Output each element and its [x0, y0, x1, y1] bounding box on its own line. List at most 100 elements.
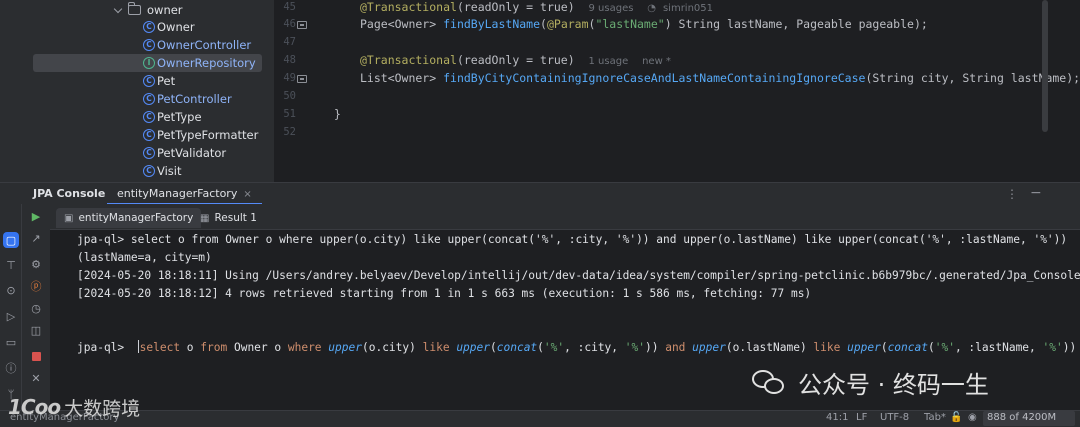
tree-item-ownercontroller[interactable]: C OwnerController — [143, 36, 251, 54]
line-number: 50 — [283, 90, 296, 102]
tab-console[interactable]: ▣ entityManagerFactory — [56, 208, 202, 228]
line-number: 48 — [283, 54, 296, 66]
class-icon: C — [143, 21, 155, 33]
parameters-icon[interactable]: ⓟ — [28, 278, 44, 294]
class-icon: C — [143, 39, 155, 51]
minimize-icon[interactable]: − — [1030, 185, 1042, 201]
line-separator[interactable]: LF — [856, 412, 867, 423]
tab-label: entityManagerFactory — [117, 187, 238, 200]
console-icon: ▣ — [64, 212, 74, 224]
layout-icon[interactable]: ◫ — [28, 322, 44, 338]
brand-text: 大数跨境 — [64, 397, 141, 420]
console-toolbar: ▶ ↗ ⚙ ⓟ ◷ ◫ ✕ — [22, 204, 50, 414]
code-line-51: } — [334, 107, 341, 121]
services-icon[interactable]: ⊙ — [3, 282, 19, 298]
wechat-icon — [752, 368, 786, 396]
stop-icon[interactable] — [28, 348, 44, 364]
implementation-gutter-icon[interactable] — [297, 75, 307, 83]
tree-item-pet[interactable]: C Pet — [143, 72, 175, 90]
tree-item-visit[interactable]: C Visit — [143, 162, 182, 180]
params-line: (lastName=a, city=m) — [77, 251, 212, 264]
watermark-text: 公众号 · 终码一生 — [798, 370, 989, 399]
console-tabs: ▣ entityManagerFactory ▦ Result 1 — [50, 204, 1080, 230]
tree-item-label: PetController — [157, 92, 232, 106]
tree-item-label: PetValidator — [157, 146, 227, 160]
code-line-48: @Transactional(readOnly = true) 1 usage … — [360, 53, 671, 67]
code-line-45: @Transactional(readOnly = true) 9 usages… — [360, 0, 714, 14]
code-editor[interactable]: 45 46 47 48 49 50 51 52 @Transactional(r… — [274, 0, 1080, 182]
code-line-46: Page<Owner> findByLastName(@Param("lastN… — [360, 17, 928, 31]
tree-item-label: Pet — [157, 74, 176, 88]
file-encoding[interactable]: UTF-8 — [880, 412, 909, 423]
executed-query-line: jpa-ql> select o from Owner o where uppe… — [77, 233, 1068, 246]
close-icon[interactable]: × — [243, 189, 251, 200]
tree-item-label: OwnerController — [157, 38, 252, 52]
memory-indicator[interactable]: 888 of 4200M — [983, 411, 1075, 426]
folder-icon — [128, 2, 141, 15]
query-input-line[interactable]: jpa-ql> select o from Owner o where uppe… — [77, 340, 1076, 354]
line-number: 45 — [283, 1, 296, 13]
usages-hint[interactable]: 9 usages — [589, 3, 634, 14]
tab-label: entityManagerFactory — [78, 212, 194, 224]
code-line-49: List<Owner> findByCityContainingIgnoreCa… — [360, 71, 1080, 85]
chevron-down-icon[interactable] — [112, 4, 124, 16]
history-icon[interactable]: ◷ — [28, 300, 44, 316]
close-icon[interactable]: ✕ — [28, 370, 44, 386]
terminal-icon[interactable]: ▭ — [3, 334, 19, 350]
new-hint[interactable]: new * — [642, 56, 671, 67]
usages-hint[interactable]: 1 usage — [589, 56, 629, 67]
log-line: [2024-05-20 18:18:11] Using /Users/andre… — [77, 269, 1080, 282]
status-bar: entityManagerFactory 41:1 LF UTF-8 Tab* … — [0, 410, 1080, 427]
tree-item-ownerrepository[interactable]: I OwnerRepository — [33, 54, 262, 72]
tree-item-label: PetTypeFormatter — [157, 128, 259, 142]
jpa-console-icon[interactable]: ▢ — [3, 232, 19, 248]
lock-icon[interactable]: 🔓 — [950, 412, 962, 423]
execute-icon[interactable]: ▶ — [28, 208, 44, 224]
log-line: [2024-05-20 18:18:12] 4 rows retrieved s… — [77, 287, 812, 300]
more-options-icon[interactable]: ⋮ — [1006, 187, 1018, 201]
tool-window-header: JPA Console entityManagerFactory × ⋮ − — [0, 182, 1080, 205]
tree-item-label: Visit — [157, 164, 182, 178]
project-tree: owner C Owner C OwnerController I OwnerR… — [0, 0, 274, 182]
class-icon: C — [143, 93, 155, 105]
problems-icon[interactable]: ⓘ — [3, 360, 19, 376]
tab-result-1[interactable]: ▦ Result 1 — [192, 208, 265, 228]
notifications-icon[interactable]: ◉ — [968, 412, 977, 423]
run-icon[interactable]: ▷ — [3, 308, 19, 324]
line-number: 52 — [283, 126, 296, 138]
class-icon: C — [143, 111, 155, 123]
open-in-editor-icon[interactable]: ↗ — [28, 230, 44, 246]
line-number: 51 — [283, 108, 296, 120]
interface-icon: I — [143, 57, 155, 69]
class-icon: C — [143, 147, 155, 159]
editor-scrollbar[interactable] — [1042, 0, 1048, 132]
author-hint[interactable]: simrin051 — [663, 3, 713, 14]
tree-item-owner[interactable]: C Owner — [143, 18, 195, 36]
author-icon: ◔ — [647, 3, 657, 14]
tree-folder-owner[interactable]: owner — [112, 1, 183, 19]
tree-item-label: PetType — [157, 110, 202, 124]
line-number: 47 — [283, 36, 296, 48]
line-number: 49 — [283, 72, 296, 84]
caret-position[interactable]: 41:1 — [826, 412, 848, 423]
tab-entitymanagerfactory[interactable]: entityManagerFactory × — [107, 183, 262, 205]
tree-item-label: Owner — [157, 20, 195, 34]
line-number: 46 — [283, 18, 296, 30]
text-caret — [137, 340, 139, 353]
class-icon: C — [143, 75, 155, 87]
tree-item-pettypeformatter[interactable]: C PetTypeFormatter — [143, 126, 258, 144]
settings-icon[interactable]: ⚙ — [28, 256, 44, 272]
tree-folder-label: owner — [147, 3, 183, 17]
class-icon: C — [143, 129, 155, 141]
indent-setting[interactable]: Tab* — [924, 412, 946, 423]
brand-watermark: 1Coo 大数跨境 — [8, 392, 140, 422]
tree-item-petvalidator[interactable]: C PetValidator — [143, 144, 226, 162]
tab-label: Result 1 — [214, 212, 257, 224]
prompt: jpa-ql> — [77, 341, 125, 354]
build-icon[interactable]: ⊤ — [3, 257, 19, 273]
implementation-gutter-icon[interactable] — [297, 21, 307, 29]
tree-item-pettype[interactable]: C PetType — [143, 108, 202, 126]
brand-logo: 1Coo — [8, 395, 61, 419]
tree-item-petcontroller[interactable]: C PetController — [143, 90, 232, 108]
wechat-watermark: 公众号 · 终码一生 — [752, 365, 989, 399]
